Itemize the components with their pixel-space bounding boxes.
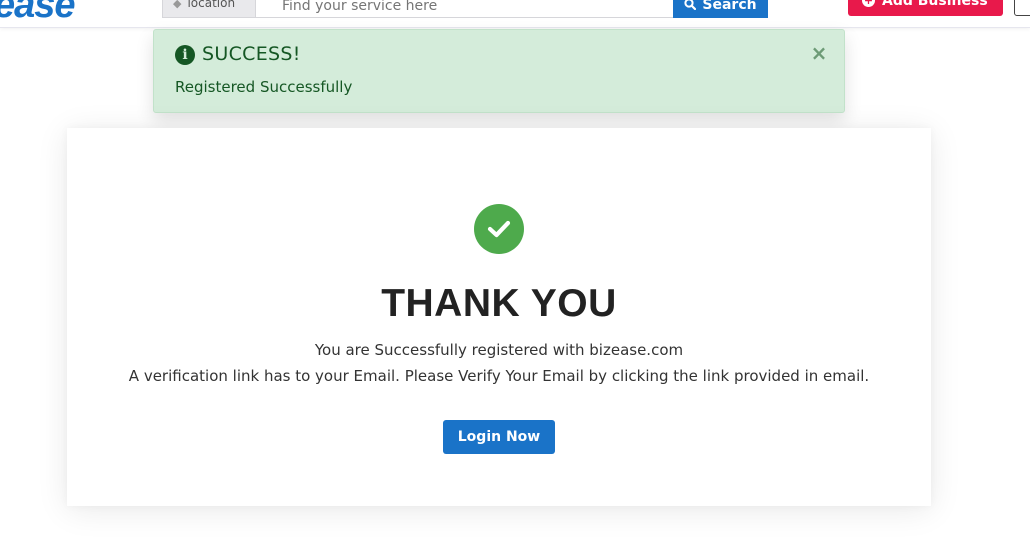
- close-icon[interactable]: ×: [808, 42, 830, 64]
- header-edge-button[interactable]: [1014, 0, 1030, 16]
- login-now-button[interactable]: Login Now: [443, 420, 555, 454]
- site-header: ease ◆ location Search + Add Business: [0, 0, 1030, 28]
- thank-you-card: THANK YOU You are Successfully registere…: [67, 128, 931, 506]
- checkmark-icon: [487, 220, 511, 238]
- add-business-label: Add Business: [882, 0, 988, 9]
- alert-title: SUCCESS!: [202, 43, 301, 65]
- plus-circle-icon: +: [862, 0, 875, 7]
- search-button[interactable]: Search: [673, 0, 768, 18]
- location-selector[interactable]: ◆ location: [162, 0, 256, 18]
- location-placeholder: location: [187, 0, 236, 10]
- map-pin-icon: ◆: [173, 0, 182, 10]
- search-icon: [684, 0, 697, 11]
- registration-message: You are Successfully registered with biz…: [314, 341, 684, 359]
- search-input[interactable]: [256, 0, 674, 18]
- check-circle-icon: [474, 204, 524, 254]
- verification-message: A verification link has to your Email. P…: [128, 367, 870, 385]
- success-alert: i SUCCESS! × Registered Successfully: [153, 29, 845, 113]
- add-business-button[interactable]: + Add Business: [848, 0, 1003, 16]
- search-button-label: Search: [702, 0, 757, 13]
- alert-message: Registered Successfully: [175, 78, 353, 96]
- page-title: THANK YOU: [381, 282, 617, 325]
- info-circle-icon: i: [175, 45, 195, 65]
- site-logo[interactable]: ease: [0, 0, 76, 27]
